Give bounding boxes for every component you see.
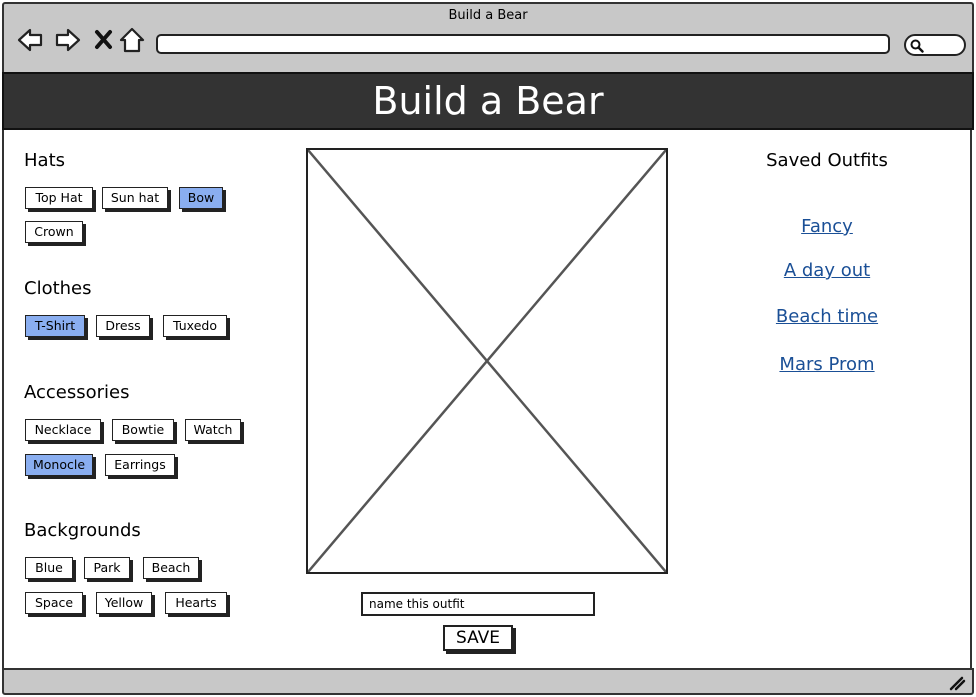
resize-grip-icon[interactable] bbox=[948, 675, 966, 691]
forward-arrow-icon[interactable] bbox=[54, 26, 82, 54]
save-button[interactable]: SAVE bbox=[443, 625, 513, 651]
saved-outfits-heading: Saved Outfits bbox=[766, 150, 888, 171]
outfit-name-input[interactable] bbox=[361, 592, 595, 616]
stop-icon[interactable] bbox=[90, 26, 118, 54]
hat-option-top-hat[interactable]: Top Hat bbox=[25, 187, 93, 209]
accessory-option-watch[interactable]: Watch bbox=[185, 419, 241, 441]
hat-option-bow[interactable]: Bow bbox=[179, 187, 223, 209]
browser-search-field[interactable] bbox=[904, 34, 966, 56]
background-option-beach[interactable]: Beach bbox=[143, 557, 199, 579]
backgrounds-heading: Backgrounds bbox=[24, 520, 141, 541]
accessory-option-earrings[interactable]: Earrings bbox=[105, 454, 175, 476]
hat-option-sun-hat[interactable]: Sun hat bbox=[102, 187, 168, 209]
clothes-option-dress[interactable]: Dress bbox=[96, 315, 150, 337]
status-bar bbox=[2, 668, 974, 695]
accessories-heading: Accessories bbox=[24, 382, 130, 403]
browser-window: Build a Bear Build a Bear Hats Top Hat S… bbox=[0, 0, 976, 697]
search-icon bbox=[910, 39, 924, 53]
hats-heading: Hats bbox=[24, 150, 66, 171]
saved-outfit-link-a-day-out[interactable]: A day out bbox=[720, 260, 934, 281]
page-title: Build a Bear bbox=[372, 79, 604, 123]
clothes-option-tuxedo[interactable]: Tuxedo bbox=[163, 315, 227, 337]
hat-option-crown[interactable]: Crown bbox=[25, 221, 83, 243]
image-placeholder-icon bbox=[308, 150, 666, 572]
window-title: Build a Bear bbox=[448, 8, 528, 23]
saved-outfit-link-fancy[interactable]: Fancy bbox=[720, 216, 934, 237]
background-option-park[interactable]: Park bbox=[84, 557, 130, 579]
accessory-option-necklace[interactable]: Necklace bbox=[25, 419, 101, 441]
accessory-option-bowtie[interactable]: Bowtie bbox=[112, 419, 174, 441]
bear-preview-image bbox=[306, 148, 668, 574]
accessory-option-monocle[interactable]: Monocle bbox=[25, 454, 93, 476]
clothes-heading: Clothes bbox=[24, 278, 92, 299]
background-option-yellow[interactable]: Yellow bbox=[96, 592, 152, 614]
background-option-blue[interactable]: Blue bbox=[25, 557, 73, 579]
background-option-space[interactable]: Space bbox=[25, 592, 83, 614]
home-icon[interactable] bbox=[118, 26, 146, 54]
background-option-hearts[interactable]: Hearts bbox=[165, 592, 227, 614]
clothes-option-t-shirt[interactable]: T-Shirt bbox=[25, 315, 85, 337]
page-banner: Build a Bear bbox=[2, 72, 974, 130]
saved-outfit-link-beach-time[interactable]: Beach time bbox=[720, 306, 934, 327]
saved-outfit-link-mars-prom[interactable]: Mars Prom bbox=[720, 354, 934, 375]
browser-chrome: Build a Bear bbox=[2, 2, 974, 72]
back-arrow-icon[interactable] bbox=[16, 26, 44, 54]
address-bar[interactable] bbox=[156, 34, 890, 54]
